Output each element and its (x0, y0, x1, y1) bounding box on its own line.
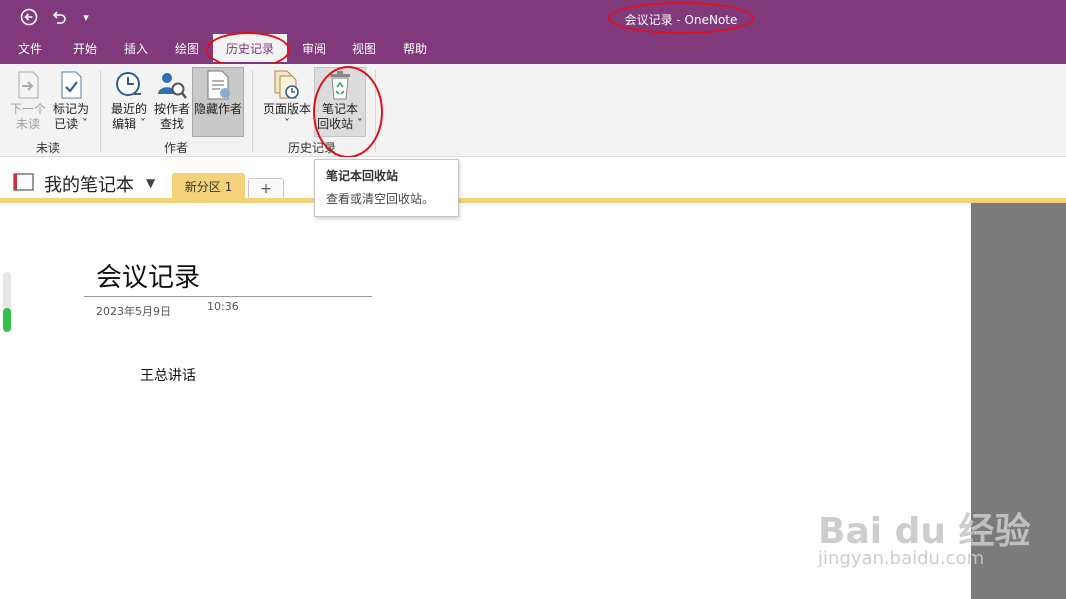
tab-review[interactable]: 审阅 (295, 36, 333, 60)
page-versions-icon (271, 68, 303, 102)
tooltip-description: 查看或清空回收站。 (326, 192, 435, 206)
tooltip: 笔记本回收站 查看或清空回收站。 (314, 159, 459, 217)
recycle-bin-label-1: 笔记本 (321, 102, 358, 116)
page-versions-label-2: ˇ (284, 117, 290, 131)
recycle-bin-icon (324, 68, 356, 102)
group-separator (375, 70, 376, 152)
hide-authors-label: 隐藏作者 (193, 102, 242, 116)
next-unread-icon (12, 68, 44, 102)
group-separator (100, 70, 101, 152)
tab-help[interactable]: 帮助 (396, 36, 434, 60)
mark-as-read-label-1: 标记为 (52, 102, 89, 116)
title-underline (84, 296, 372, 297)
mark-as-read-button[interactable]: 标记为 已读 ˇ (50, 68, 92, 132)
tooltip-title: 笔记本回收站 (326, 169, 399, 183)
watermark-url: jingyan.baidu.com (818, 548, 985, 569)
title-bar (0, 0, 1066, 64)
customize-qat-button[interactable]: ▾ (78, 6, 94, 28)
tab-view[interactable]: 视图 (345, 36, 383, 60)
group-label-history: 历史记录 (288, 141, 337, 155)
next-unread-label-2: 未读 (15, 117, 40, 131)
page-title[interactable]: 会议记录 (96, 257, 200, 294)
notebook-bar (0, 157, 1066, 199)
page-date: 2023年5月9日 (96, 305, 171, 318)
add-section-button[interactable]: + (248, 178, 284, 199)
scroll-indicator[interactable] (3, 272, 11, 332)
page-versions-label-1: 页面版本 (262, 102, 311, 116)
mark-as-read-label-2: 已读 ˇ (54, 117, 88, 131)
mark-read-icon (55, 68, 87, 102)
watermark-brand: Bai du 经验 (818, 511, 1031, 552)
tab-file[interactable]: 文件 (12, 36, 48, 60)
recent-edits-label-2: 编辑 ˇ (112, 117, 146, 131)
back-arrow-icon (20, 8, 38, 26)
tab-draw[interactable]: 绘图 (168, 36, 206, 60)
hide-authors-button[interactable]: 隐藏作者 (192, 67, 244, 137)
find-author-icon (156, 68, 188, 102)
group-separator (252, 70, 253, 152)
notebook-name[interactable]: 我的笔记本 (44, 171, 134, 197)
back-button[interactable] (16, 6, 42, 28)
undo-button[interactable] (48, 6, 70, 28)
clock-icon (113, 68, 145, 102)
ribbon: 下一个 未读 标记为 已读 ˇ 未读 最近的 编辑 ˇ 按作者 查找 隐藏作者 … (0, 64, 1066, 157)
next-unread-button[interactable]: 下一个 未读 (8, 68, 48, 132)
find-by-author-button[interactable]: 按作者 查找 (151, 68, 193, 132)
scroll-indicator-fill (3, 308, 11, 332)
recent-edits-button[interactable]: 最近的 编辑 ˇ (108, 68, 150, 132)
group-label-author: 作者 (164, 141, 189, 155)
tab-home[interactable]: 开始 (66, 36, 104, 60)
find-by-author-label-2: 查找 (159, 117, 184, 131)
page-time: 10:36 (207, 300, 239, 313)
tab-insert[interactable]: 插入 (117, 36, 155, 60)
next-unread-label-1: 下一个 (9, 102, 46, 116)
page-versions-button[interactable]: 页面版本 ˇ (260, 68, 314, 132)
notebook-recycle-bin-button[interactable]: 笔记本 回收站 ˇ (314, 67, 366, 137)
notebook-dropdown-icon[interactable]: ▼ (146, 176, 155, 190)
undo-icon (52, 11, 66, 24)
find-by-author-label-1: 按作者 (153, 102, 190, 116)
hide-authors-icon (202, 68, 234, 102)
section-tab[interactable]: 新分区 1 (172, 173, 245, 199)
group-label-unread: 未读 (36, 141, 61, 155)
recycle-bin-label-2: 回收站 ˇ (317, 117, 363, 131)
note-text[interactable]: 王总讲话 (140, 365, 196, 385)
window-title: 会议记录 - OneNote (624, 12, 738, 27)
tab-history[interactable]: 历史记录 (213, 34, 287, 62)
recent-edits-label-1: 最近的 (110, 102, 147, 116)
notebook-icon[interactable] (12, 172, 36, 192)
chevron-down-icon: ▾ (83, 10, 89, 24)
